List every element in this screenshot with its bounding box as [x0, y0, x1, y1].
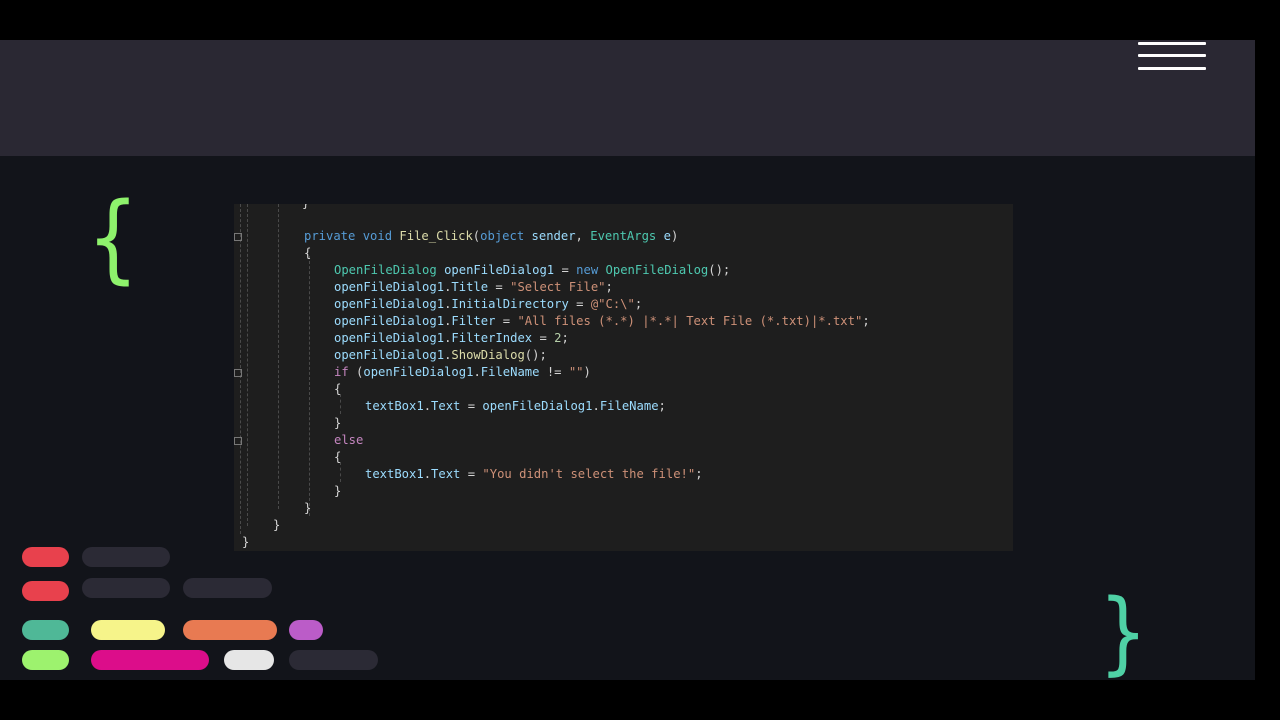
color-pill [22, 581, 69, 601]
left-curly-brace: { [88, 182, 138, 294]
code-line: openFileDialog1.InitialDirectory = @"C:\… [334, 297, 643, 311]
menu-bar-line [1138, 67, 1206, 70]
code-line: } [334, 484, 342, 498]
code-line: } [273, 518, 281, 532]
code-line: } [334, 416, 342, 430]
code-line: private void File_Click(object sender, E… [304, 229, 679, 243]
hamburger-menu-icon[interactable] [1138, 40, 1206, 72]
color-pill [91, 650, 209, 670]
menu-bar-line [1138, 54, 1206, 57]
color-pill [22, 650, 69, 670]
code-line: { [304, 246, 312, 260]
menu-bar-line [1138, 42, 1206, 45]
indent-guide [278, 204, 279, 509]
code-line: openFileDialog1.Filter = "All files (*.*… [334, 314, 870, 328]
code-line: else [334, 433, 364, 447]
fold-marker-icon[interactable] [234, 437, 242, 445]
color-pill [289, 650, 378, 670]
code-line: openFileDialog1.FilterIndex = 2; [334, 331, 569, 345]
code-line: openFileDialog1.Title = "Select File"; [334, 280, 613, 294]
color-pill [91, 620, 165, 640]
code-line: openFileDialog1.ShowDialog(); [334, 348, 547, 362]
code-line: } [304, 501, 312, 515]
color-pill [289, 620, 323, 640]
code-editor: } private void File_Click(object sender,… [234, 204, 1013, 551]
color-pill [183, 620, 277, 640]
color-pill [22, 547, 69, 567]
code-line: } [302, 204, 309, 212]
code-line: { [334, 450, 342, 464]
fold-marker-icon[interactable] [234, 233, 242, 241]
indent-guide [309, 256, 310, 516]
color-pill [224, 650, 274, 670]
code-line: if (openFileDialog1.FileName != "") [334, 365, 591, 379]
code-line: } [242, 535, 250, 549]
indent-guide [247, 204, 248, 526]
code-line: OpenFileDialog openFileDialog1 = new Ope… [334, 263, 731, 277]
code-line: textBox1.Text = openFileDialog1.FileName… [365, 399, 666, 413]
color-pill [183, 578, 272, 598]
code-line: textBox1.Text = "You didn't select the f… [365, 467, 703, 481]
video-frame: { } } private void File_Click(object sen… [0, 40, 1255, 680]
color-pill [22, 620, 69, 640]
right-curly-brace: } [1100, 580, 1147, 680]
color-pill [82, 578, 170, 598]
color-pill [82, 547, 170, 567]
fold-marker-icon[interactable] [234, 369, 242, 377]
code-line: { [334, 382, 342, 396]
header-bar [0, 40, 1255, 156]
